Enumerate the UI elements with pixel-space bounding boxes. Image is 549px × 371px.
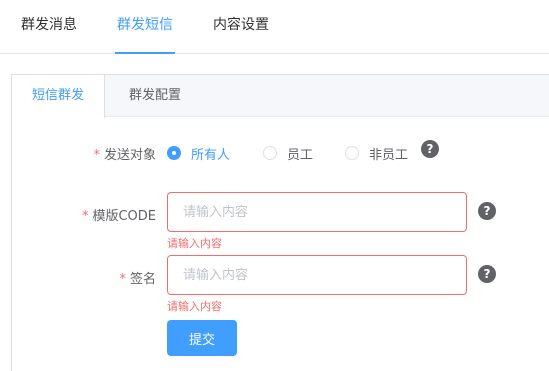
signature-error: 请输入内容 bbox=[167, 300, 222, 313]
tab-broadcast-config[interactable]: 群发配置 bbox=[109, 75, 201, 117]
help-icon[interactable]: ? bbox=[421, 140, 439, 158]
card-tab-bar: 短信群发 群发配置 bbox=[12, 75, 549, 118]
signature-input[interactable] bbox=[167, 255, 467, 295]
required-mark: * bbox=[119, 272, 126, 287]
template-code-input[interactable] bbox=[167, 192, 467, 232]
radio-all[interactable]: 所有人 bbox=[167, 145, 231, 163]
signature-label: * 签名 bbox=[0, 268, 156, 287]
tab-sms-broadcast[interactable]: 短信群发 bbox=[12, 75, 106, 118]
sms-form-card: 短信群发 群发配置 *发送对象 所有人 员工 非员工 ? *模版CODE ? 请… bbox=[11, 74, 549, 371]
radio-label: 员工 bbox=[287, 147, 314, 163]
tab-group-sms[interactable]: 群发短信 bbox=[115, 0, 175, 54]
top-tab-bar: 群发消息 群发短信 内容设置 bbox=[0, 0, 549, 54]
radio-label: 所有人 bbox=[191, 147, 231, 163]
radio-employee[interactable]: 员工 bbox=[263, 145, 314, 163]
tab-content-settings[interactable]: 内容设置 bbox=[213, 0, 269, 54]
template-code-label: * 模版CODE bbox=[0, 205, 156, 224]
required-mark: * bbox=[81, 209, 89, 224]
submit-button[interactable]: 提交 bbox=[167, 320, 237, 356]
radio-circle bbox=[167, 146, 181, 160]
radio-label: 非员工 bbox=[369, 147, 409, 163]
radio-circle bbox=[345, 146, 359, 160]
target-label-text: 发送对象 bbox=[103, 148, 156, 163]
help-icon[interactable]: ? bbox=[478, 202, 496, 220]
template-code-error: 请输入内容 bbox=[167, 237, 222, 250]
required-mark: * bbox=[93, 148, 100, 163]
radio-non-employee[interactable]: 非员工 bbox=[345, 145, 409, 163]
target-label: * 发送对象 bbox=[0, 144, 156, 163]
signature-label-text: 签名 bbox=[129, 272, 156, 287]
help-icon[interactable]: ? bbox=[478, 265, 496, 283]
radio-circle bbox=[263, 146, 277, 160]
tab-group-message[interactable]: 群发消息 bbox=[21, 0, 77, 54]
template-code-label-text: 模版CODE bbox=[92, 209, 156, 224]
